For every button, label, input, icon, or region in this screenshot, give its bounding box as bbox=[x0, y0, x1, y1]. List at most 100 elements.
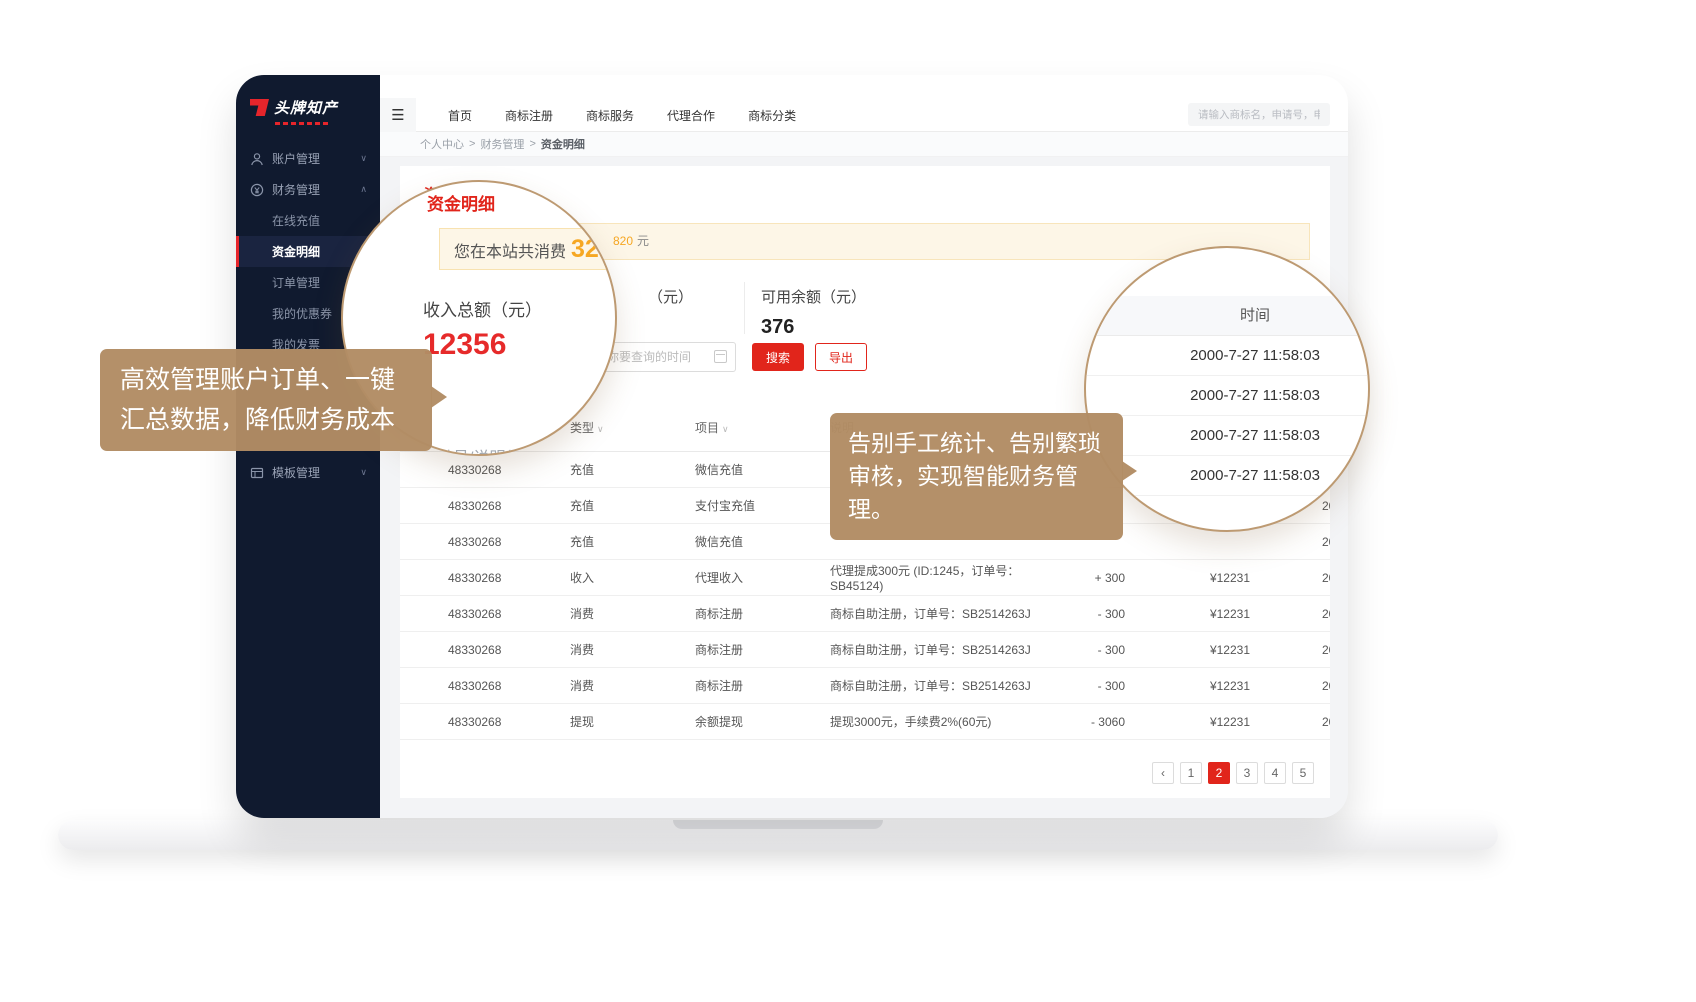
magnified-income-label: 收入总额（元） bbox=[423, 296, 542, 321]
callout-right: 告别手工统计、告别繁琐审核，实现智能财务管理。 bbox=[830, 413, 1123, 540]
cell-amount: - 3060 bbox=[1070, 715, 1125, 729]
breadcrumb: 个人中心 > 财务管理 > 资金明细 bbox=[380, 132, 1348, 157]
magnified-banner-prefix: 您在本站共消费 bbox=[454, 244, 566, 261]
cell-desc: 提现3000元，手续费2%(60元) bbox=[830, 713, 1070, 730]
banner-tail-number: 820 bbox=[613, 234, 633, 248]
breadcrumb-separator: > bbox=[529, 138, 535, 150]
stat-value: 376 bbox=[761, 316, 866, 339]
banner-unit: 元 bbox=[637, 234, 649, 248]
brand: 头牌知产 bbox=[236, 75, 380, 135]
table-row[interactable]: 48330268 消费 商标注册 商标自助注册，订单号：SB2514263J -… bbox=[400, 668, 1330, 704]
sidebar-item-label: 模板管理 bbox=[272, 464, 320, 481]
table-row[interactable]: 48330268 提现 余额提现 提现3000元，手续费2%(60元) - 30… bbox=[400, 704, 1330, 740]
page: 头牌知产 账户管理 ∨ 财务管理 ∧ bbox=[0, 0, 1696, 1002]
sidebar-item-templates[interactable]: 模板管理 ∨ bbox=[236, 457, 380, 488]
cell-type: 提现 bbox=[570, 713, 695, 730]
trademark-search-input[interactable] bbox=[1188, 103, 1330, 126]
cell-time: 2000-7-27 11:58:03 bbox=[1250, 607, 1330, 621]
magnified-income-value: 12356 bbox=[423, 328, 506, 362]
cell-project: 支付宝充值 bbox=[695, 497, 830, 514]
cell-order: 48330268 bbox=[448, 535, 570, 549]
cell-desc: 商标自助注册，订单号：SB2514263J bbox=[830, 677, 1070, 694]
laptop-notch bbox=[673, 820, 883, 829]
calendar-icon[interactable] bbox=[714, 350, 727, 363]
brand-tagline-marks bbox=[275, 122, 331, 125]
brand-name: 头牌知产 bbox=[274, 97, 338, 118]
nav-tab-classes[interactable]: 商标分类 bbox=[748, 107, 796, 124]
header-type[interactable]: 类型∨ bbox=[570, 419, 695, 436]
cell-project: 微信充值 bbox=[695, 533, 830, 550]
magnified-banner-amount: 32124 bbox=[571, 235, 617, 263]
hamburger-menu-icon[interactable]: ☰ bbox=[380, 98, 416, 132]
cell-balance: ¥12231 bbox=[1125, 715, 1250, 729]
banner-tail-text: 820 元 bbox=[613, 224, 649, 259]
search-button[interactable]: 搜索 bbox=[752, 343, 804, 371]
cell-order: 48330268 bbox=[448, 715, 570, 729]
cell-amount: - 300 bbox=[1070, 643, 1125, 657]
nav-tabs: 首页 商标注册 商标服务 代理合作 商标分类 bbox=[448, 107, 796, 124]
sidebar-item-label: 我的优惠券 bbox=[272, 305, 332, 322]
sidebar-item-recharge[interactable]: 在线充值 bbox=[236, 205, 380, 236]
sort-caret-icon[interactable]: ∨ bbox=[722, 424, 729, 434]
cell-time: 2000-7-27 11:58:03 bbox=[1250, 535, 1330, 549]
sort-caret-icon[interactable]: ∨ bbox=[597, 424, 604, 434]
cell-project: 微信充值 bbox=[695, 461, 830, 478]
pagination-page-3[interactable]: 3 bbox=[1236, 762, 1258, 784]
cell-project: 商标注册 bbox=[695, 641, 830, 658]
top-navbar: ☰ 首页 商标注册 商标服务 代理合作 商标分类 bbox=[380, 75, 1348, 132]
breadcrumb-item[interactable]: 个人中心 bbox=[420, 136, 464, 152]
cell-order: 48330268 bbox=[448, 643, 570, 657]
cell-desc: 商标自助注册，订单号：SB2514263J bbox=[830, 605, 1070, 622]
cell-balance: ¥12231 bbox=[1125, 679, 1250, 693]
pagination-page-2-active[interactable]: 2 bbox=[1208, 762, 1230, 784]
brand-logo-icon bbox=[250, 99, 269, 116]
sidebar-item-label: 资金明细 bbox=[272, 243, 320, 260]
callout-left: 高效管理账户订单、一键汇总数据，降低财务成本 bbox=[100, 349, 432, 451]
cell-amount: + 300 bbox=[1070, 571, 1125, 585]
cell-project: 商标注册 bbox=[695, 605, 830, 622]
cell-type: 消费 bbox=[570, 641, 695, 658]
cell-desc: 代理提成300元 (ID:1245，订单号：SB45124) bbox=[830, 562, 1070, 593]
pagination-page-1[interactable]: 1 bbox=[1180, 762, 1202, 784]
magnified-card-tab: 资金明细 bbox=[427, 190, 495, 215]
cell-balance: ¥12231 bbox=[1125, 643, 1250, 657]
laptop-base bbox=[58, 820, 1498, 850]
pagination-page-5[interactable]: 5 bbox=[1292, 762, 1314, 784]
cell-type: 消费 bbox=[570, 605, 695, 622]
breadcrumb-item[interactable]: 财务管理 bbox=[480, 136, 524, 152]
pagination-prev-button[interactable]: ‹ bbox=[1152, 762, 1174, 784]
cell-amount: - 300 bbox=[1070, 679, 1125, 693]
nav-tab-register[interactable]: 商标注册 bbox=[505, 107, 553, 124]
chevron-down-icon: ∨ bbox=[360, 153, 367, 164]
magnified-banner: 您在本站共消费32124元 bbox=[439, 228, 617, 270]
cell-time: 2000-7-27 11:58:03 bbox=[1250, 715, 1330, 729]
nav-tab-home[interactable]: 首页 bbox=[448, 107, 472, 124]
sidebar-item-label: 在线充值 bbox=[272, 212, 320, 229]
finance-icon bbox=[250, 183, 264, 197]
pagination-page-4[interactable]: 4 bbox=[1264, 762, 1286, 784]
sidebar-item-finance[interactable]: 财务管理 ∧ bbox=[236, 174, 380, 205]
cell-time: 2000-7-27 11:58:03 bbox=[1250, 679, 1330, 693]
magnified-time-cell: 2000-7-27 11:58:03 bbox=[1086, 376, 1368, 416]
cell-type: 充值 bbox=[570, 533, 695, 550]
sidebar-item-account[interactable]: 账户管理 ∨ bbox=[236, 143, 380, 174]
cell-order: 48330268 bbox=[448, 499, 570, 513]
table-row[interactable]: 48330268 消费 商标注册 商标自助注册，订单号：SB2514263J -… bbox=[400, 632, 1330, 668]
table-row[interactable]: 48330268 收入 代理收入 代理提成300元 (ID:1245，订单号：S… bbox=[400, 560, 1330, 596]
magnified-time-header: 时间 bbox=[1086, 296, 1368, 336]
cell-project: 余额提现 bbox=[695, 713, 830, 730]
export-button[interactable]: 导出 bbox=[815, 343, 867, 371]
nav-tab-agency[interactable]: 代理合作 bbox=[667, 107, 715, 124]
cell-balance: ¥12231 bbox=[1125, 571, 1250, 585]
nav-tab-services[interactable]: 商标服务 bbox=[586, 107, 634, 124]
table-row[interactable]: 48330268 消费 商标注册 商标自助注册，订单号：SB2514263J -… bbox=[400, 596, 1330, 632]
stat-divider bbox=[744, 282, 745, 334]
header-project[interactable]: 项目∨ bbox=[695, 419, 830, 436]
cell-type: 充值 bbox=[570, 497, 695, 514]
sidebar-item-label: 订单管理 bbox=[272, 274, 320, 291]
cell-balance: ¥12231 bbox=[1125, 607, 1250, 621]
magnified-time-cell: 2000-7-27 11:58:03 bbox=[1086, 336, 1368, 376]
chevron-up-icon: ∧ bbox=[360, 184, 367, 195]
cell-amount: - 300 bbox=[1070, 607, 1125, 621]
stat-label: （元） bbox=[648, 286, 693, 307]
